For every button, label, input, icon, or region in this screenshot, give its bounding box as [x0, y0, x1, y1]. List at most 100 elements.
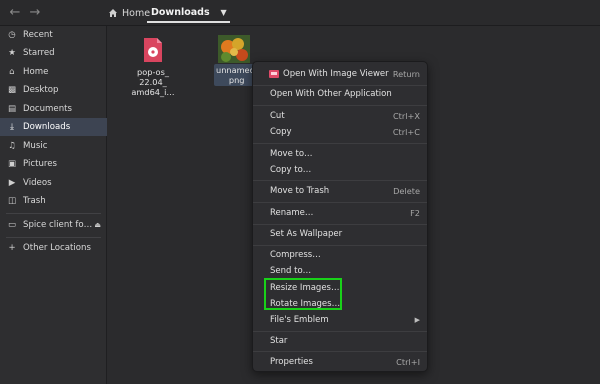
- menu-item-label: Open With Image Viewer: [283, 69, 389, 79]
- plus-icon: +: [8, 243, 16, 253]
- sidebar-item-home[interactable]: ⌂ Home: [0, 63, 107, 81]
- file-item-png[interactable]: unnamed. png: [214, 35, 260, 86]
- menu-separator: [253, 351, 427, 352]
- sidebar-item-other-locations[interactable]: + Other Locations: [0, 239, 107, 257]
- sidebar-item-documents[interactable]: ▤ Documents: [0, 100, 107, 118]
- menu-item-accel: Ctrl+X: [392, 111, 420, 121]
- menu-separator: [253, 202, 427, 203]
- music-icon: ♫: [8, 141, 16, 151]
- menu-item-open-with-image-viewer[interactable]: Open With Image Viewer Return: [253, 66, 427, 82]
- menu-separator: [253, 245, 427, 246]
- file-name-line: amd64_i…: [131, 87, 175, 97]
- chevron-down-icon: ▼: [220, 8, 227, 17]
- menu-item-label: Open With Other Application: [270, 89, 392, 99]
- menu-item-star[interactable]: Star: [253, 333, 427, 349]
- sidebar-item-label: Pictures: [23, 159, 58, 169]
- context-menu: Open With Image Viewer Return Open With …: [252, 61, 428, 372]
- menu-item-move-to[interactable]: Move to…: [253, 146, 427, 162]
- home-icon: [109, 9, 117, 17]
- sidebar-item-pictures[interactable]: ▣ Pictures: [0, 155, 107, 173]
- desktop-icon: ▩: [7, 85, 17, 95]
- menu-item-accel: F2: [410, 208, 420, 218]
- sidebar: ◷ Recent ★ Starred ⌂ Home ▩ Desktop ▤ Do…: [0, 26, 107, 384]
- sidebar-item-music[interactable]: ♫ Music: [0, 137, 107, 155]
- sidebar-item-label: Documents: [23, 104, 72, 114]
- menu-item-files-emblem[interactable]: File's Emblem ▶: [253, 312, 427, 328]
- menu-item-accel: Ctrl+C: [392, 127, 420, 137]
- folder-icon: ▭: [7, 220, 17, 230]
- sidebar-item-videos[interactable]: ▶ Videos: [0, 174, 107, 192]
- menu-item-accel: Return: [392, 69, 420, 79]
- home-icon: ⌂: [9, 67, 15, 77]
- menu-item-rename[interactable]: Rename… F2: [253, 205, 427, 221]
- menu-separator: [253, 105, 427, 106]
- sidebar-item-label: Other Locations: [23, 243, 91, 253]
- menu-item-copy[interactable]: Copy Ctrl+C: [253, 124, 427, 140]
- trash-icon: ◫: [7, 196, 17, 206]
- sidebar-item-label: Starred: [23, 48, 55, 58]
- sidebar-item-label: Downloads: [23, 122, 71, 132]
- menu-item-label: Copy: [270, 127, 292, 137]
- sidebar-item-label: Home: [23, 67, 49, 77]
- breadcrumb-current-folder[interactable]: Downloads ▼: [147, 3, 230, 23]
- breadcrumb-current-label: Downloads: [151, 7, 210, 18]
- sidebar-item-label: Desktop: [23, 85, 59, 95]
- file-item-iso[interactable]: pop-os_ 22.04_ amd64_i…: [128, 37, 178, 98]
- eject-icon[interactable]: ⏏: [94, 221, 101, 229]
- iso-disc-icon: [144, 38, 162, 62]
- menu-separator: [253, 224, 427, 225]
- menu-item-label: Properties: [270, 357, 313, 367]
- highlight-annotation-box: [264, 278, 342, 310]
- sidebar-divider: [6, 213, 101, 214]
- sidebar-item-label: Recent: [23, 30, 53, 40]
- sidebar-item-recent[interactable]: ◷ Recent: [0, 26, 107, 44]
- breadcrumb-home[interactable]: Home: [108, 5, 150, 21]
- menu-item-label: Rename…: [270, 208, 314, 218]
- sidebar-item-desktop[interactable]: ▩ Desktop: [0, 81, 107, 99]
- menu-item-label: Set As Wallpaper: [270, 229, 343, 239]
- image-viewer-icon: [269, 70, 279, 78]
- menu-item-accel: Ctrl+I: [396, 357, 420, 367]
- video-icon: ▶: [8, 178, 16, 188]
- sidebar-item-label: Spice client fo…: [23, 220, 93, 230]
- menu-item-cut[interactable]: Cut Ctrl+X: [253, 108, 427, 124]
- download-icon: ⤓: [10, 122, 14, 132]
- header-bar: ← → Home Downloads ▼: [0, 0, 600, 26]
- sidebar-item-spice-client[interactable]: ▭ Spice client fo… ⏏: [0, 216, 107, 234]
- star-icon: ★: [8, 48, 16, 58]
- file-name: pop-os_ 22.04_ amd64_i…: [129, 66, 176, 98]
- pictures-icon: ▣: [7, 159, 17, 169]
- document-icon: ▤: [7, 104, 17, 114]
- chevron-right-icon: ▶: [414, 316, 420, 324]
- forward-arrow-icon[interactable]: →: [26, 4, 44, 22]
- menu-item-label: Cut: [270, 111, 285, 121]
- menu-item-send-to[interactable]: Send to…: [253, 263, 427, 279]
- menu-item-label: File's Emblem: [270, 315, 329, 325]
- menu-item-label: Send to…: [270, 266, 312, 276]
- sidebar-item-label: Trash: [23, 196, 46, 206]
- file-name-line: 22.04_: [139, 77, 167, 87]
- menu-item-copy-to[interactable]: Copy to…: [253, 162, 427, 178]
- menu-separator: [253, 143, 427, 144]
- sidebar-item-starred[interactable]: ★ Starred: [0, 44, 107, 62]
- sidebar-item-label: Videos: [23, 178, 52, 188]
- breadcrumb-home-label: Home: [122, 7, 151, 19]
- menu-item-compress[interactable]: Compress…: [253, 247, 427, 263]
- menu-item-accel: Delete: [393, 186, 420, 196]
- sidebar-item-label: Music: [23, 141, 48, 151]
- menu-item-move-to-trash[interactable]: Move to Trash Delete: [253, 183, 427, 199]
- image-thumbnail-icon: [218, 35, 250, 63]
- menu-item-label: Star: [270, 336, 288, 346]
- sidebar-item-downloads[interactable]: ⤓ Downloads: [0, 118, 107, 136]
- menu-item-properties[interactable]: Properties Ctrl+I: [253, 354, 427, 370]
- clock-icon: ◷: [8, 30, 16, 40]
- menu-item-label: Compress…: [270, 250, 321, 260]
- menu-item-open-with-other-app[interactable]: Open With Other Application: [253, 86, 427, 102]
- menu-item-set-as-wallpaper[interactable]: Set As Wallpaper: [253, 226, 427, 242]
- menu-separator: [253, 180, 427, 181]
- back-arrow-icon[interactable]: ←: [6, 4, 24, 22]
- menu-item-label: Move to…: [270, 149, 313, 159]
- menu-separator: [253, 331, 427, 332]
- menu-item-label: Copy to…: [270, 165, 312, 175]
- sidebar-item-trash[interactable]: ◫ Trash: [0, 192, 107, 210]
